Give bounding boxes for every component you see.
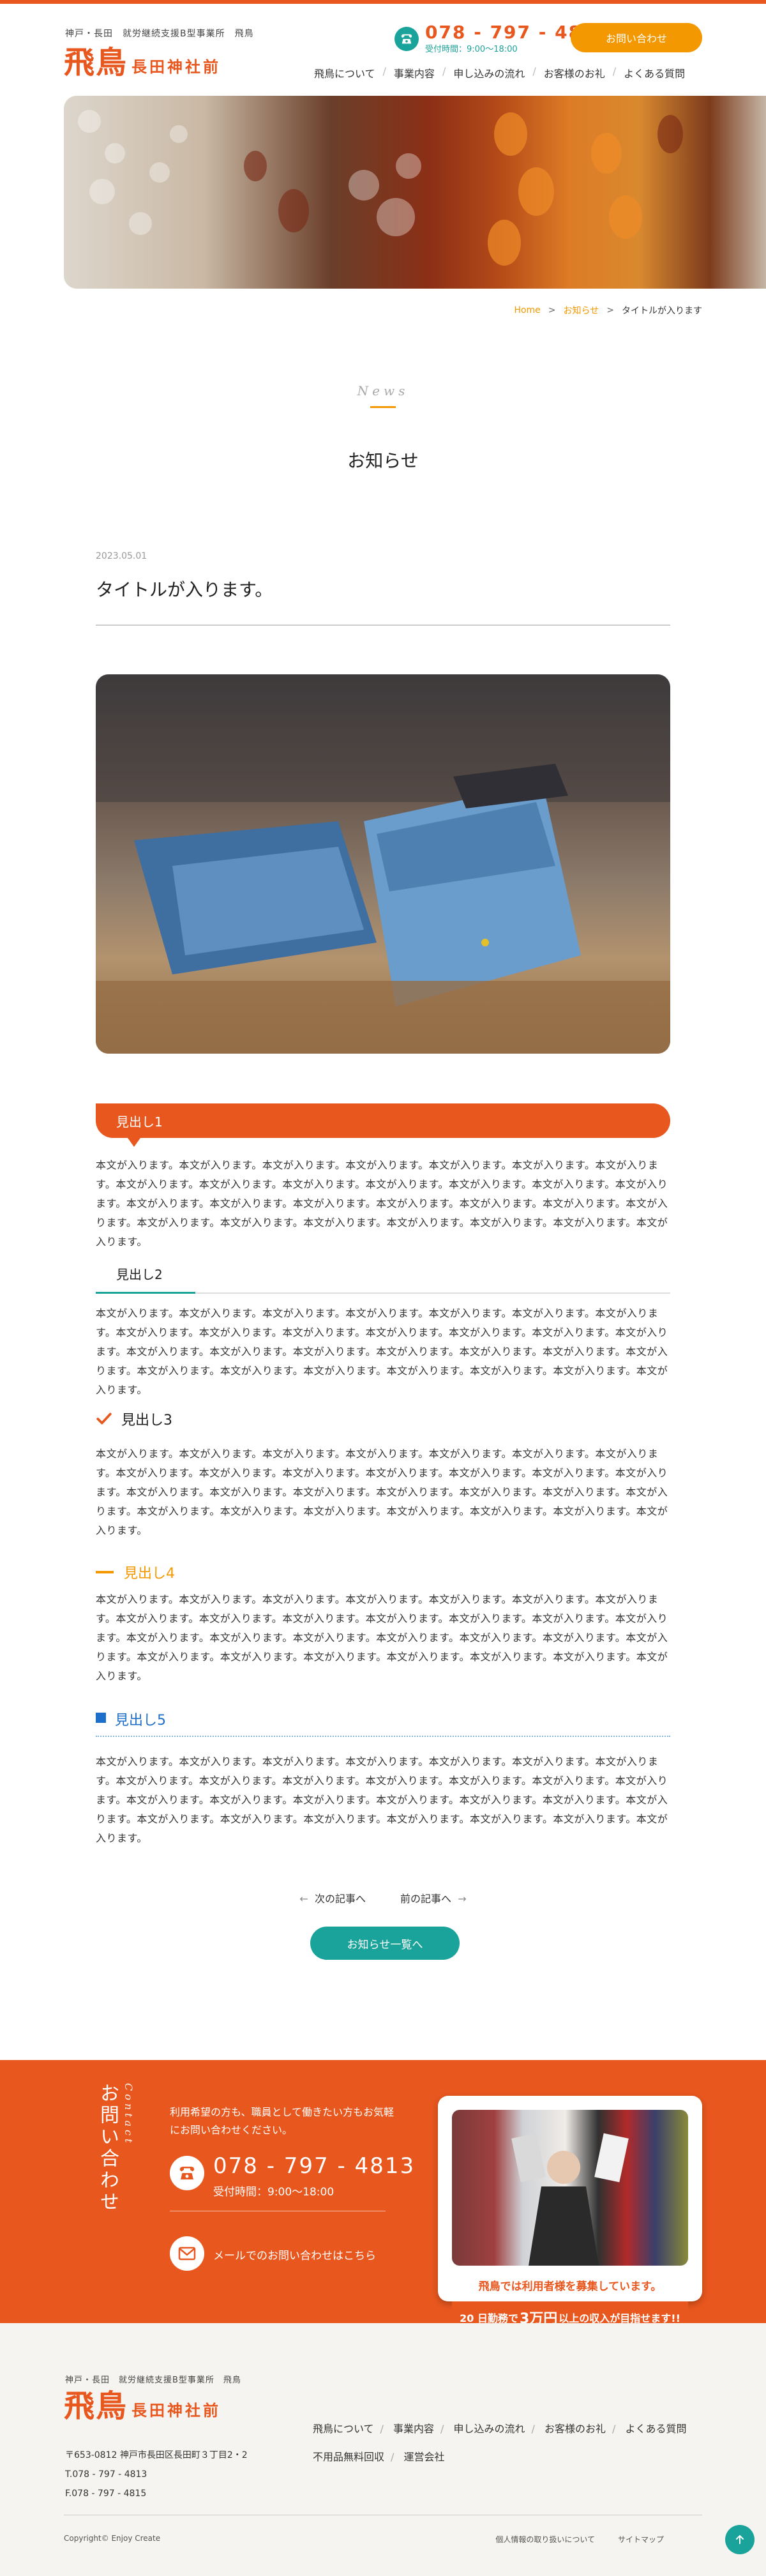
footer-logo-sub: 長田神社前 — [131, 2402, 222, 2420]
contact-tel-number[interactable]: 078 - 797 - 4813 — [213, 2153, 415, 2179]
heading-4-label: 見出し4 — [124, 1566, 175, 1582]
heading-5-square — [96, 1713, 106, 1723]
breadcrumb-separator: > — [548, 305, 556, 315]
nav-item-about[interactable]: 飛鳥について — [306, 65, 383, 80]
phone-icon — [170, 2156, 204, 2190]
footer-nav-company[interactable]: 運営会社 — [398, 2451, 451, 2463]
nav-separator: / — [440, 2423, 444, 2435]
footer-nav-faq[interactable]: よくある質問 — [619, 2423, 693, 2435]
breadcrumb-separator: > — [606, 305, 614, 315]
contact-hours: 受付時間：9:00〜18:00 — [213, 2186, 334, 2199]
footer-address-line: 〒653-0812 神戸市長田区長田町３丁目2・2 — [65, 2450, 248, 2460]
recruit-photo — [452, 2110, 688, 2266]
contact-vertical-title: お問い合わせ — [96, 2083, 119, 2213]
header-contact-button[interactable]: お問い合わせ — [571, 23, 702, 52]
footer-logo-main: 飛鳥 — [64, 2388, 128, 2424]
footer-links: 個人情報の取り扱いについて サイトマップ — [495, 2534, 664, 2545]
news-list-button[interactable]: お知らせ一覧へ — [310, 1927, 460, 1960]
contact-lead: 利用希望の方も、職員として働きたい方もお気軽にお問い合わせください。 — [170, 2106, 394, 2136]
heading-2-label: 見出し2 — [116, 1267, 163, 1282]
footer-logo[interactable]: 飛鳥 長田神社前 — [64, 2390, 221, 2423]
heading-3-label: 見出し3 — [121, 1413, 172, 1428]
footer-nav-pickup[interactable]: 不用品無料回収 — [306, 2451, 391, 2463]
footer-fax-line: F.078 - 797 - 4815 — [65, 2489, 147, 2499]
article-photo — [96, 674, 670, 1054]
body-paragraph: 本文が入ります。本文が入ります。本文が入ります。本文が入ります。本文が入ります。… — [96, 1593, 668, 1682]
nav-separator: / — [380, 2423, 384, 2435]
heading-5-label: 見出し5 — [115, 1713, 166, 1729]
arrow-right-icon: → — [458, 1893, 467, 1905]
footer-address: 〒653-0812 神戸市長田区長田町３丁目2・2 T.078 - 797 - … — [65, 2446, 248, 2503]
footer-tagline: 神戸・長田 就労継続支援B型事業所 飛鳥 — [65, 2375, 241, 2385]
heading-2-underline — [96, 1292, 195, 1294]
logo-sub-text: 長田神社前 — [131, 58, 222, 76]
heading-2: 見出し2 — [96, 1259, 670, 1294]
body-paragraph: 本文が入ります。本文が入ります。本文が入ります。本文が入ります。本文が入ります。… — [96, 1307, 668, 1396]
footer-tel-line: T.078 - 797 - 4813 — [65, 2469, 147, 2480]
footer-nav-thanks[interactable]: お客様のお礼 — [538, 2423, 612, 2435]
contact-mail-link[interactable]: メールでのお問い合わせはこちら — [213, 2246, 376, 2262]
global-nav: 飛鳥について / 事業内容 / 申し込みの流れ / お客様のお礼 / よくある質… — [306, 65, 693, 80]
nav-separator: / — [612, 2423, 616, 2435]
breadcrumb-current: タイトルが入ります — [622, 306, 702, 316]
article-divider — [96, 625, 670, 626]
heading-4-dash — [96, 1571, 114, 1573]
article-date: 2023.05.01 — [96, 551, 147, 561]
section-en-label: News — [357, 383, 409, 398]
recruit-card[interactable]: 飛鳥では利用者様を募集しています。 20 日勤務で 3万円 以上の収入が目指せま… — [438, 2096, 702, 2333]
back-to-top-button[interactable] — [725, 2525, 755, 2554]
site-footer: 神戸・長田 就労継続支援B型事業所 飛鳥 飛鳥 長田神社前 〒653-0812 … — [0, 2323, 766, 2576]
breadcrumb: Home > お知らせ > タイトルが入ります — [514, 304, 702, 317]
footer-nav-business[interactable]: 事業内容 — [387, 2423, 440, 2435]
contact-section: お問い合わせ Contact 利用希望の方も、職員として働きたい方もお気軽にお問… — [0, 2060, 766, 2333]
nav-item-flow[interactable]: 申し込みの流れ — [446, 65, 532, 80]
body-paragraph: 本文が入ります。本文が入ります。本文が入ります。本文が入ります。本文が入ります。… — [96, 1159, 668, 1248]
heading-4: 見出し4 — [96, 1562, 175, 1582]
phone-icon — [394, 26, 419, 51]
site-header: 神戸・長田 就労継続支援B型事業所 飛鳥 飛鳥 長田神社前 078 - 797 … — [0, 4, 766, 93]
nav-separator: / — [391, 2451, 394, 2463]
prev-article-link[interactable]: 前の記事へ → — [400, 1890, 467, 1905]
heading-1: 見出し1 — [96, 1103, 670, 1147]
body-paragraph: 本文が入ります。本文が入ります。本文が入ります。本文が入ります。本文が入ります。… — [96, 1448, 668, 1536]
header-tagline: 神戸・長田 就労継続支援B型事業所 飛鳥 — [65, 29, 254, 39]
site-logo[interactable]: 飛鳥 長田神社前 — [64, 46, 221, 79]
nav-item-thanks[interactable]: お客様のお礼 — [536, 65, 613, 80]
article-pager: ← 次の記事へ 前の記事へ → — [0, 1890, 766, 1905]
nav-item-faq[interactable]: よくある質問 — [616, 65, 693, 80]
mail-icon — [170, 2236, 204, 2271]
privacy-link[interactable]: 個人情報の取り扱いについて — [495, 2534, 595, 2545]
logo-main-text: 飛鳥 — [64, 45, 128, 80]
footer-nav-about[interactable]: 飛鳥について — [306, 2423, 380, 2435]
nav-item-business[interactable]: 事業内容 — [386, 65, 442, 80]
prev-article-label: 前の記事へ — [400, 1893, 452, 1905]
next-article-label: 次の記事へ — [314, 1893, 366, 1905]
nav-separator: / — [531, 2423, 535, 2435]
copyright: Copyright© Enjoy Create — [64, 2534, 161, 2543]
heading-3: 見出し3 — [96, 1409, 172, 1429]
heading-5: 見出し5 — [96, 1708, 670, 1737]
arrow-up-icon — [736, 2534, 744, 2544]
article-title: タイトルが入ります。 — [96, 579, 273, 600]
footer-nav: 飛鳥について / 事業内容 / 申し込みの流れ / お客様のお礼 / よくある質問 不用… — [306, 2415, 715, 2471]
recruit-title: 飛鳥では利用者様を募集しています。 — [478, 2280, 662, 2293]
body-paragraph: 本文が入ります。本文が入ります。本文が入ります。本文が入ります。本文が入ります。… — [96, 1755, 668, 1844]
breadcrumb-home[interactable]: Home — [514, 305, 540, 315]
arrow-left-icon: ← — [299, 1893, 308, 1905]
check-icon — [96, 1413, 112, 1425]
title-accent-line — [370, 406, 396, 408]
hero-image — [64, 96, 766, 289]
footer-nav-flow[interactable]: 申し込みの流れ — [447, 2423, 532, 2435]
contact-vertical-en: Contact — [123, 2083, 135, 2146]
page-title: お知らせ — [347, 450, 419, 471]
sitemap-link[interactable]: サイトマップ — [618, 2534, 664, 2545]
breadcrumb-news[interactable]: お知らせ — [564, 304, 599, 317]
next-article-link[interactable]: ← 次の記事へ — [299, 1890, 366, 1905]
